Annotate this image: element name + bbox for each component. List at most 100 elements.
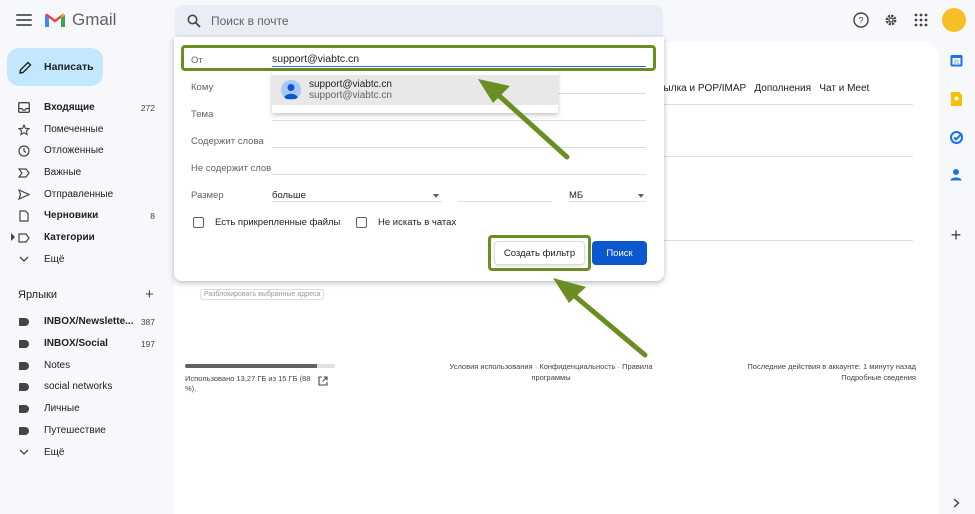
label-tag-icon xyxy=(17,402,30,415)
chevron-right-icon[interactable] xyxy=(948,495,964,511)
nav-important[interactable]: Важные xyxy=(0,162,165,183)
subject-input[interactable] xyxy=(272,120,646,121)
settings-tabs-text[interactable]: есылка и POP/IMAP Дополнения Чат и Meet xyxy=(653,83,869,94)
expand-caret-icon[interactable] xyxy=(11,233,15,241)
external-link-icon[interactable] xyxy=(318,376,328,386)
size-unit-select[interactable]: МБ xyxy=(569,190,583,201)
label-name: Личные xyxy=(44,403,80,414)
suggestion-name: support@viabtc.cn xyxy=(309,79,392,90)
search-bar[interactable]: Поиск в почте xyxy=(175,5,663,37)
nav-label: Помеченные xyxy=(44,124,104,135)
nav-label: Отправленные xyxy=(44,189,114,200)
nav-label: Категории xyxy=(44,232,95,243)
suggestion-email: support@viabtc.cn xyxy=(309,90,392,101)
autocomplete-option[interactable]: support@viabtc.cn support@viabtc.cn xyxy=(272,75,558,105)
label-tag-icon xyxy=(17,380,30,393)
has-attachment-checkbox[interactable] xyxy=(193,217,204,228)
inbox-icon xyxy=(17,101,30,114)
svg-text:31: 31 xyxy=(953,59,959,65)
label-item[interactable]: INBOX/Newslette... 387 xyxy=(0,311,165,332)
label-name: Notes xyxy=(44,360,71,371)
keep-icon[interactable] xyxy=(948,91,964,107)
has-words-label: Содержит слова xyxy=(191,136,264,147)
gmail-logo[interactable]: Gmail xyxy=(44,10,116,30)
no-words-input[interactable] xyxy=(272,174,646,175)
main-menu-button[interactable] xyxy=(12,8,36,32)
label-name: INBOX/Social xyxy=(44,338,108,349)
footer-links[interactable]: Условия использования · Конфиденциальнос… xyxy=(440,361,662,383)
from-highlight-box xyxy=(181,45,656,71)
label-item[interactable]: Notes xyxy=(0,355,165,376)
nav-more[interactable]: Ещё xyxy=(0,249,165,270)
chevron-down-icon[interactable] xyxy=(638,194,644,198)
chevron-down-icon xyxy=(17,253,30,266)
labels-more[interactable]: Ещё xyxy=(0,442,165,463)
nav-sent[interactable]: Отправленные xyxy=(0,184,165,205)
divider xyxy=(664,240,913,241)
label-item[interactable]: Личные xyxy=(0,398,165,419)
size-operator-select[interactable]: больше xyxy=(272,190,306,201)
no-words-label: Не содержит слов xyxy=(191,163,272,174)
send-icon xyxy=(17,188,30,201)
nav-label: Входящие xyxy=(44,102,95,113)
footer-activity: Последние действия в аккаунте: 1 минуту … xyxy=(715,361,916,383)
nav-count: 8 xyxy=(150,210,155,221)
label-name: Путешествие xyxy=(44,425,106,436)
label-name: INBOX/Newslette... xyxy=(44,316,134,327)
label-tag-icon xyxy=(17,315,30,328)
nav-label: Ещё xyxy=(44,254,65,265)
unblock-button[interactable]: Разблокировать выбранные адреса xyxy=(200,289,325,300)
pencil-icon xyxy=(19,61,32,74)
apps-grid-icon[interactable] xyxy=(912,11,930,29)
label-count: 387 xyxy=(140,316,155,327)
compose-button[interactable]: Написать xyxy=(7,48,103,86)
divider xyxy=(664,156,913,157)
chevron-down-icon xyxy=(17,446,30,459)
has-words-input[interactable] xyxy=(272,147,646,148)
label-name: social networks xyxy=(44,381,113,392)
add-label-icon[interactable]: + xyxy=(145,286,154,303)
app-name: Gmail xyxy=(72,10,117,29)
account-avatar[interactable] xyxy=(942,8,966,32)
gmail-m-icon xyxy=(45,13,65,27)
exclude-chats-checkbox[interactable] xyxy=(356,217,367,228)
search-icon[interactable] xyxy=(187,14,201,28)
storage-bar xyxy=(185,364,335,368)
labels-heading: Ярлыки xyxy=(18,289,57,301)
nav-label: Отложенные xyxy=(44,145,104,156)
help-icon[interactable]: ? xyxy=(852,11,870,29)
compose-label: Написать xyxy=(44,61,94,73)
add-addon-icon[interactable]: + xyxy=(948,225,964,245)
settings-tabs[interactable]: есылка и POP/IMAP Дополнения Чат и Meet xyxy=(653,83,869,94)
nav-snoozed[interactable]: Отложенные xyxy=(0,140,165,161)
nav-label: Черновики xyxy=(44,210,99,221)
details-link[interactable]: Подробные сведения xyxy=(715,372,916,383)
nav-starred[interactable]: Помеченные xyxy=(0,119,165,140)
chevron-down-icon[interactable] xyxy=(433,194,439,198)
clock-icon xyxy=(17,144,30,157)
subject-label: Тема xyxy=(191,109,214,120)
important-icon xyxy=(17,166,30,179)
settings-gear-icon[interactable] xyxy=(882,11,900,29)
star-icon xyxy=(17,123,30,136)
label-item[interactable]: social networks xyxy=(0,376,165,397)
label-item[interactable]: INBOX/Social 197 xyxy=(0,333,165,354)
label-tag-icon xyxy=(17,424,30,437)
search-button[interactable]: Поиск xyxy=(592,241,647,265)
has-attachment-label: Есть прикрепленные файлы xyxy=(215,217,341,228)
tasks-icon[interactable] xyxy=(948,129,964,145)
nav-inbox[interactable]: Входящие 272 xyxy=(0,97,165,118)
exclude-chats-label: Не искать в чатах xyxy=(378,217,457,228)
nav-drafts[interactable]: Черновики 8 xyxy=(0,205,165,226)
nav-label: Ещё xyxy=(44,447,65,458)
to-label: Кому xyxy=(191,82,214,93)
label-item[interactable]: Путешествие xyxy=(0,420,165,441)
nav-label: Важные xyxy=(44,167,82,178)
calendar-icon[interactable]: 31 xyxy=(948,52,964,68)
nav-categories[interactable]: Категории xyxy=(0,227,165,248)
label-count: 197 xyxy=(140,338,155,349)
search-input[interactable]: Поиск в почте xyxy=(211,14,289,28)
nav-count: 272 xyxy=(140,102,155,113)
size-value-input[interactable] xyxy=(458,201,552,202)
contacts-icon[interactable] xyxy=(948,166,964,182)
